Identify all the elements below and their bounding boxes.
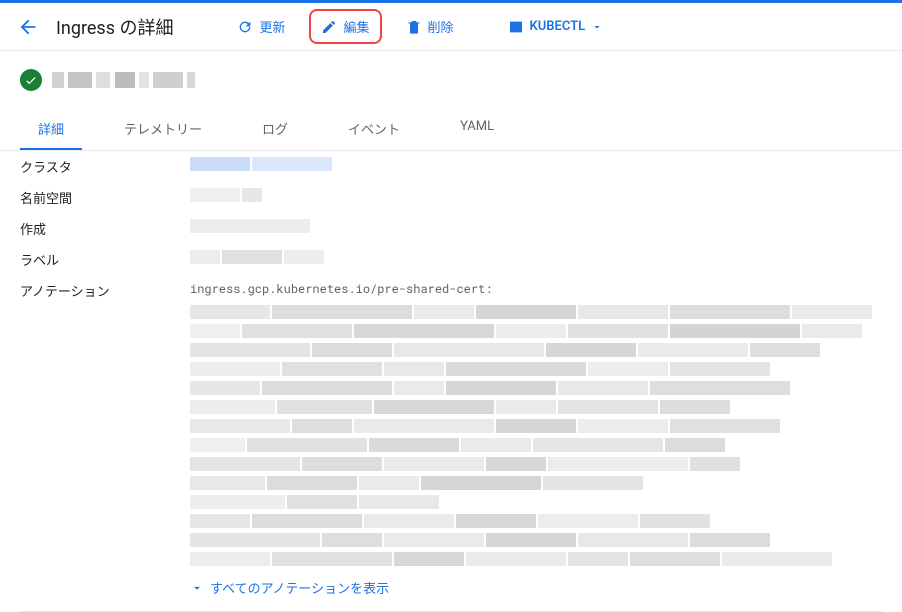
refresh-label: 更新: [259, 17, 285, 36]
row-namespace: 名前空間: [20, 182, 882, 213]
refresh-button[interactable]: 更新: [227, 11, 295, 42]
delete-label: 削除: [428, 17, 454, 36]
pencil-icon: [321, 19, 337, 35]
header-bar: Ingress の詳細 更新 編集 削除 KUBECTL: [0, 3, 902, 51]
tab-detail[interactable]: 詳細: [20, 109, 82, 150]
labels-label: ラベル: [20, 250, 190, 269]
row-annotations: アノテーション ingress.gcp.kubernetes.io/pre-sh…: [20, 275, 882, 611]
created-label: 作成: [20, 219, 190, 238]
status-ok-icon: [20, 69, 42, 91]
tab-events[interactable]: イベント: [330, 109, 418, 150]
refresh-icon: [237, 19, 253, 35]
dropdown-caret-icon: [591, 21, 603, 33]
annotations-label: アノテーション: [20, 281, 190, 300]
chevron-down-icon: [190, 581, 204, 595]
show-all-label: すべてのアノテーションを表示: [210, 578, 389, 597]
created-value-redacted: [190, 219, 882, 233]
back-button[interactable]: [12, 11, 44, 43]
annotations-redacted-block: [190, 305, 882, 566]
resource-name-redacted: [52, 72, 196, 88]
trash-icon: [406, 19, 422, 35]
show-all-annotations-link[interactable]: すべてのアノテーションを表示: [190, 578, 882, 605]
tab-logs[interactable]: ログ: [244, 109, 306, 150]
cluster-value-redacted: [190, 157, 882, 171]
namespace-value-redacted: [190, 188, 882, 202]
arrow-left-icon: [17, 16, 39, 38]
resource-status-row: [0, 51, 902, 101]
kubectl-button[interactable]: KUBECTL: [498, 13, 614, 41]
delete-button[interactable]: 削除: [396, 11, 464, 42]
row-cluster: クラスタ: [20, 151, 882, 182]
edit-button[interactable]: 編集: [309, 9, 381, 44]
edit-label: 編集: [343, 17, 369, 36]
kubectl-label: KUBECTL: [530, 19, 586, 34]
tabs-bar: 詳細 テレメトリー ログ イベント YAML: [0, 109, 902, 151]
labels-value-redacted: [190, 250, 882, 264]
page-title: Ingress の詳細: [56, 14, 173, 40]
annotation-key: ingress.gcp.kubernetes.io/pre-shared-cer…: [190, 281, 492, 297]
row-labels: ラベル: [20, 244, 882, 275]
cluster-label: クラスタ: [20, 157, 190, 176]
row-created: 作成: [20, 213, 882, 244]
details-table: クラスタ 名前空間 作成 ラベル: [0, 151, 902, 611]
tab-yaml[interactable]: YAML: [442, 109, 512, 150]
terminal-icon: [508, 19, 524, 35]
tab-telemetry[interactable]: テレメトリー: [106, 109, 220, 150]
namespace-label: 名前空間: [20, 188, 190, 207]
